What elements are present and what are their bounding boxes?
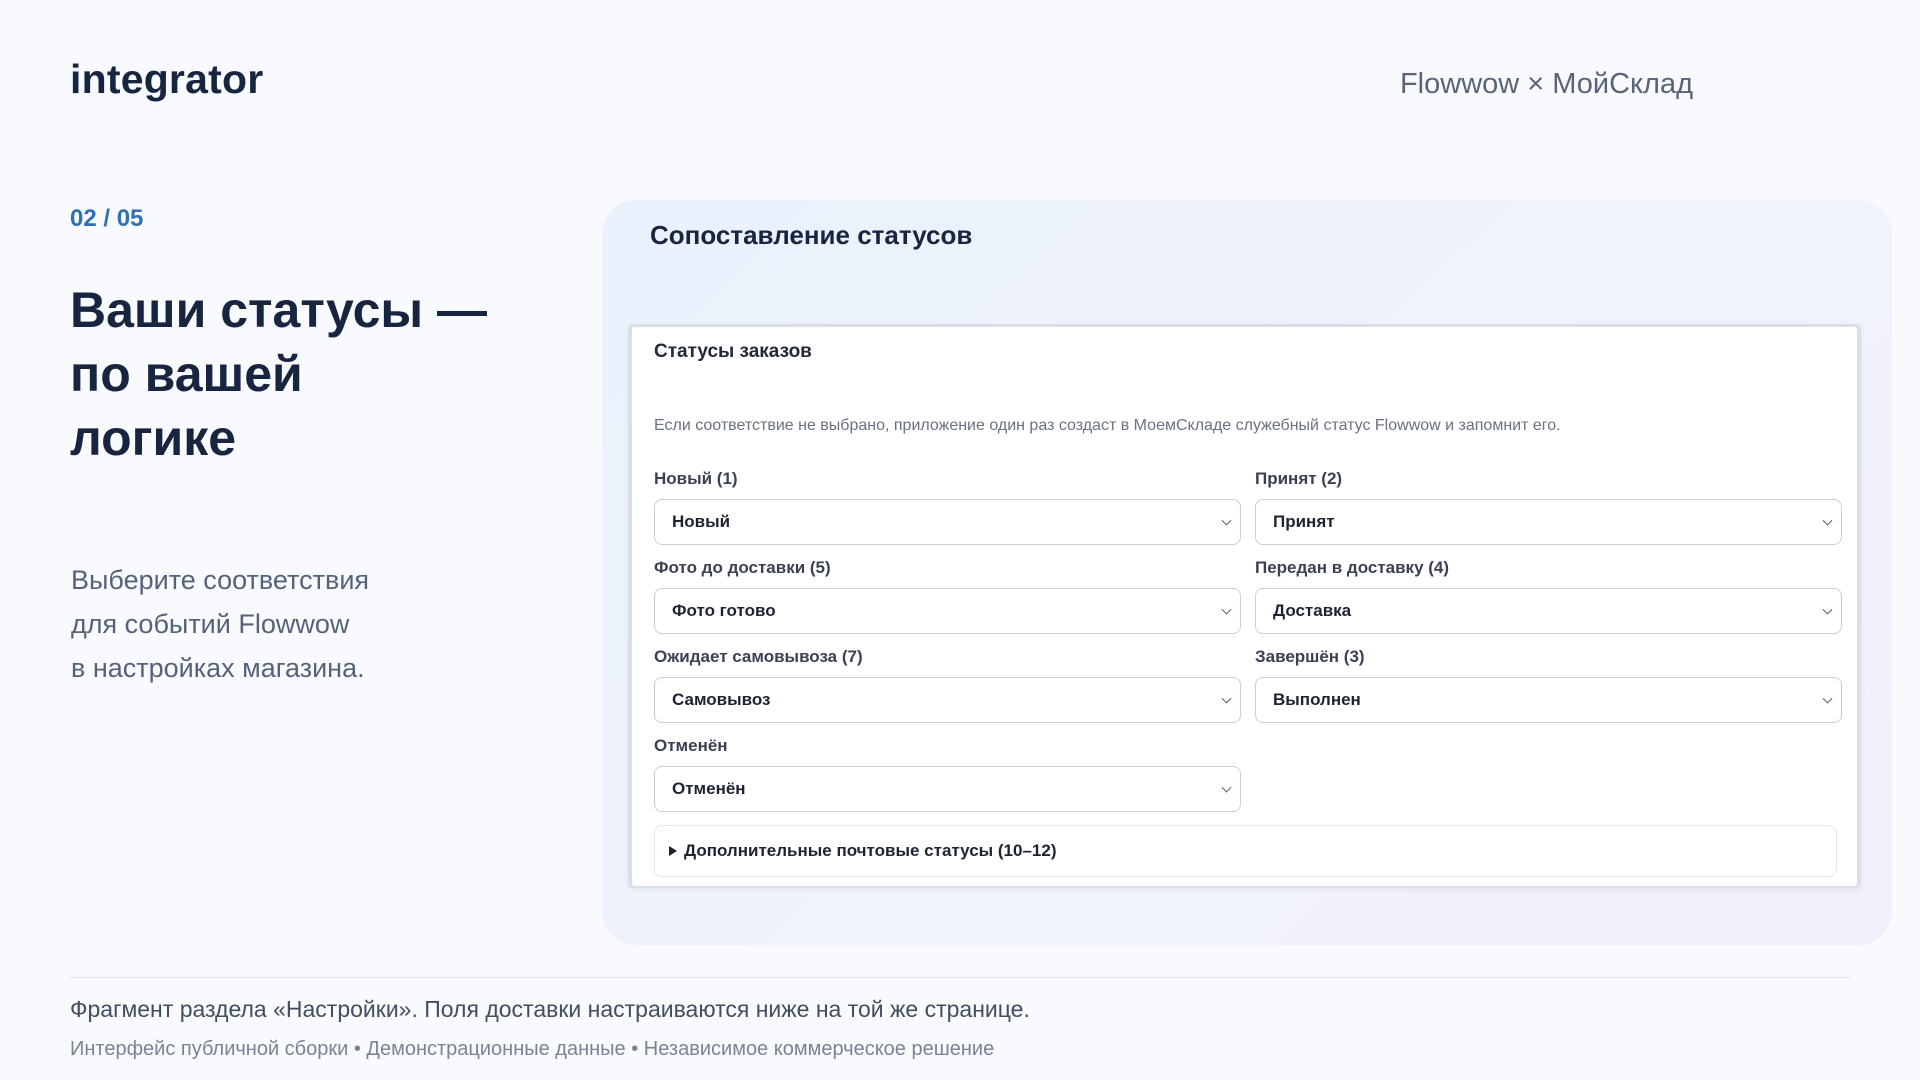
status-select-photo[interactable]: Фото готово xyxy=(654,588,1241,634)
status-field-accepted: Принят (2) Принят xyxy=(1255,468,1842,545)
status-field-photo: Фото до доставки (5) Фото готово xyxy=(654,557,1241,634)
status-mapping-panel: Сопоставление статусов Статусы заказов Е… xyxy=(602,200,1892,945)
chevron-down-icon xyxy=(1221,604,1232,615)
extra-postal-statuses-toggle[interactable]: Дополнительные почтовые статусы (10–12) xyxy=(654,825,1837,877)
field-label: Принят (2) xyxy=(1255,469,1343,488)
subtext-line: Выберите соответствия xyxy=(71,565,370,595)
subtext-line: в настройках магазина. xyxy=(71,653,365,683)
subtext: Выберите соответствия для событий Flowwo… xyxy=(71,558,491,690)
status-select-accepted[interactable]: Принят xyxy=(1255,499,1842,545)
chevron-down-icon xyxy=(1822,515,1833,526)
footer-divider xyxy=(70,977,1850,978)
footer-caption: Фрагмент раздела «Настройки». Поля доста… xyxy=(70,996,1030,1022)
select-value: Принят xyxy=(1273,512,1335,531)
status-field-delivery: Передан в доставку (4) Доставка xyxy=(1255,557,1842,634)
status-select-cancelled[interactable]: Отменён xyxy=(654,766,1241,812)
select-value: Фото готово xyxy=(672,601,776,620)
card-title: Статусы заказов xyxy=(654,341,812,362)
select-value: Выполнен xyxy=(1273,690,1361,709)
status-select-completed[interactable]: Выполнен xyxy=(1255,677,1842,723)
headline: Ваши статусы — по вашей логике xyxy=(70,278,530,470)
status-field-pickup: Ожидает самовывоза (7) Самовывоз xyxy=(654,646,1241,723)
field-label: Отменён xyxy=(654,736,728,755)
chevron-down-icon xyxy=(1822,693,1833,704)
panel-title: Сопоставление статусов xyxy=(650,220,973,250)
details-label: Дополнительные почтовые статусы (10–12) xyxy=(684,841,1057,860)
status-select-delivery[interactable]: Доставка xyxy=(1255,588,1842,634)
select-value: Отменён xyxy=(672,779,746,798)
status-select-pickup[interactable]: Самовывоз xyxy=(654,677,1241,723)
select-value: Самовывоз xyxy=(672,690,771,709)
select-value: Новый xyxy=(672,512,731,531)
product-title: Flowwow × МойСклад xyxy=(1399,68,1693,100)
brand-logo: integrator xyxy=(70,56,264,102)
chevron-down-icon xyxy=(1221,693,1232,704)
subtext-line: для событий Flowwow xyxy=(71,609,350,639)
status-select-new[interactable]: Новый xyxy=(654,499,1241,545)
field-label: Ожидает самовывоза (7) xyxy=(654,647,863,666)
order-statuses-card: Статусы заказов Если соответствие не выб… xyxy=(628,324,1861,888)
field-label: Передан в доставку (4) xyxy=(1255,558,1450,577)
triangle-right-icon xyxy=(669,846,677,856)
field-label: Завершён (3) xyxy=(1255,647,1365,666)
footer-disclaimer: Интерфейс публичной сборки • Демонстраци… xyxy=(70,1038,995,1060)
chevron-down-icon xyxy=(1221,782,1232,793)
card-note: Если соответствие не выбрано, приложение… xyxy=(654,417,1561,434)
select-value: Доставка xyxy=(1273,601,1352,620)
status-field-cancelled: Отменён Отменён xyxy=(654,735,1241,812)
chevron-down-icon xyxy=(1221,515,1232,526)
status-field-completed: Завершён (3) Выполнен xyxy=(1255,646,1842,723)
step-counter: 02 / 05 xyxy=(70,205,144,232)
status-field-new: Новый (1) Новый xyxy=(654,468,1241,545)
headline-line: по вашей xyxy=(70,346,303,402)
headline-line: логике xyxy=(70,410,237,466)
chevron-down-icon xyxy=(1822,604,1833,615)
field-label: Фото до доставки (5) xyxy=(654,558,831,577)
field-label: Новый (1) xyxy=(654,469,738,488)
headline-line: Ваши статусы — xyxy=(70,282,488,338)
